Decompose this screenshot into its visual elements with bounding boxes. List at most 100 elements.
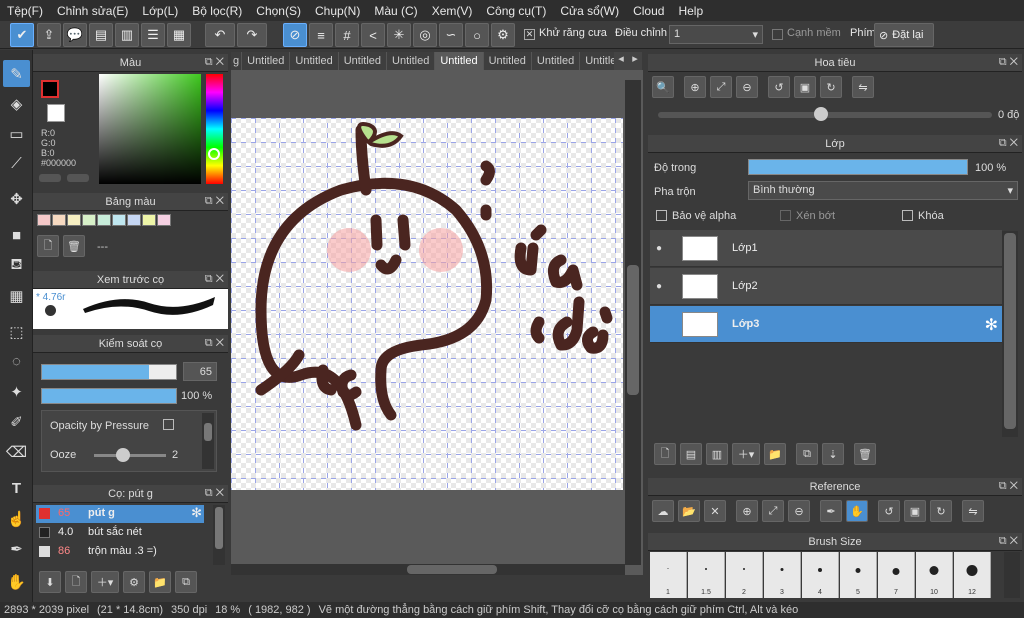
- folder-icon[interactable]: 📁: [149, 571, 171, 593]
- trash-icon[interactable]: 🗑: [63, 235, 85, 257]
- parallel-snap-icon[interactable]: ≡: [309, 23, 333, 47]
- cloud-download-icon[interactable]: ☁: [652, 500, 674, 522]
- tab-right-icon[interactable]: ▸: [628, 52, 642, 70]
- brush-size-scrollbar[interactable]: [1004, 552, 1020, 598]
- magic-wand-icon[interactable]: ✦: [3, 378, 30, 405]
- speech-bubble-icon[interactable]: 💬: [63, 23, 87, 47]
- zoom-out-icon[interactable]: ⊖: [736, 76, 758, 98]
- page-icon[interactable]: ▥: [115, 23, 139, 47]
- background-color[interactable]: [47, 104, 65, 122]
- vanish-snap-icon[interactable]: <: [361, 23, 385, 47]
- palette-swatch[interactable]: [97, 214, 111, 226]
- zoom-out-icon[interactable]: ⊖: [788, 500, 810, 522]
- menu-cloud[interactable]: Cloud: [626, 4, 671, 18]
- select-pen-icon[interactable]: ✐: [3, 408, 30, 435]
- canvas-viewport[interactable]: [231, 70, 643, 575]
- rotate-reset-icon[interactable]: ▣: [794, 76, 816, 98]
- palette-swatch[interactable]: [112, 214, 126, 226]
- eyedropper-icon[interactable]: ✒: [820, 500, 842, 522]
- palette-swatch[interactable]: [37, 214, 51, 226]
- line-tool-icon[interactable]: ⟋: [3, 150, 30, 177]
- eye-icon[interactable]: ●: [656, 243, 662, 254]
- concentric-snap-icon[interactable]: ◎: [413, 23, 437, 47]
- new-page-icon[interactable]: 🗋: [37, 235, 59, 257]
- document-tab[interactable]: Untitled: [387, 52, 436, 70]
- layer-row-selected[interactable]: Lớp3 ✻: [650, 306, 1002, 343]
- text-tool-icon[interactable]: T: [3, 475, 30, 502]
- document-tab[interactable]: Untitled: [290, 52, 339, 70]
- bucket-tool-icon[interactable]: ⛾: [3, 252, 30, 279]
- brush-size-cell[interactable]: 12: [954, 552, 991, 598]
- operation-tool-icon[interactable]: ☝: [3, 505, 30, 532]
- palette-swatch[interactable]: [52, 214, 66, 226]
- eyedropper-icon[interactable]: ✒: [3, 535, 30, 562]
- note-icon[interactable]: ▤: [89, 23, 113, 47]
- select-rect-icon[interactable]: ⬚: [3, 318, 30, 345]
- fit-window-icon[interactable]: ⤢: [710, 76, 732, 98]
- fit-window-icon[interactable]: ⤢: [762, 500, 784, 522]
- brush-size-cell[interactable]: 1: [650, 552, 687, 598]
- layer-opacity-slider[interactable]: [748, 159, 968, 175]
- params-scrollbar[interactable]: [202, 413, 214, 469]
- menu-layer[interactable]: Lớp(L): [135, 4, 185, 18]
- zoom-in-icon[interactable]: ⊕: [684, 76, 706, 98]
- hue-slider[interactable]: [206, 74, 223, 184]
- reset-color-icon[interactable]: [67, 174, 89, 182]
- panel-controls-icon[interactable]: ⧉ ✕: [205, 337, 224, 350]
- panel-controls-icon[interactable]: ⧉ ✕: [205, 487, 224, 500]
- add-layer-menu-icon[interactable]: ＋▾: [732, 443, 760, 465]
- swap-icon[interactable]: [39, 174, 61, 182]
- settings-icon[interactable]: ⚙: [491, 23, 515, 47]
- menu-help[interactable]: Help: [671, 4, 710, 18]
- brush-size-cell[interactable]: 1.5: [688, 552, 725, 598]
- panel-controls-icon[interactable]: ⧉ ✕: [999, 137, 1018, 150]
- saturation-value-picker[interactable]: [99, 74, 201, 184]
- clipping-checkbox[interactable]: [780, 210, 791, 221]
- lock-checkbox[interactable]: [902, 210, 913, 221]
- tab-left-icon[interactable]: ◂: [614, 52, 628, 70]
- brush-size-cell[interactable]: 7: [878, 552, 915, 598]
- menu-capture[interactable]: Chụp(N): [308, 4, 367, 18]
- tab-partial[interactable]: g: [231, 52, 243, 70]
- fill-rect-icon[interactable]: ■: [3, 222, 30, 249]
- rotate-right-icon[interactable]: ↻: [820, 76, 842, 98]
- horizontal-scrollbar[interactable]: [231, 564, 625, 575]
- antialias-checkbox[interactable]: ✕: [524, 29, 535, 40]
- radial-snap-icon[interactable]: ✳: [387, 23, 411, 47]
- undo-icon[interactable]: ↶: [205, 23, 235, 47]
- brush-size-value[interactable]: 65: [183, 362, 217, 381]
- brush-size-cell[interactable]: 2: [726, 552, 763, 598]
- new-8bit-layer-icon[interactable]: ▤: [680, 443, 702, 465]
- correction-select[interactable]: 1 ▾: [669, 25, 763, 44]
- lasso-tool-icon[interactable]: ◌: [3, 348, 30, 375]
- document-tab[interactable]: Untitled: [242, 52, 291, 70]
- menu-view[interactable]: Xem(V): [425, 4, 480, 18]
- curve-snap-icon[interactable]: ∽: [439, 23, 463, 47]
- panel-controls-icon[interactable]: ⧉ ✕: [205, 273, 224, 286]
- flip-icon[interactable]: ⇋: [852, 76, 874, 98]
- smooth-edge-checkbox[interactable]: [772, 29, 783, 40]
- no-snap-icon[interactable]: ⊘: [283, 23, 307, 47]
- brush-item[interactable]: 86 trộn màu .3 =): [36, 543, 204, 561]
- palette-swatch[interactable]: [157, 214, 171, 226]
- gradient-tool-icon[interactable]: ▦: [3, 282, 30, 309]
- document-tab[interactable]: Untitled: [483, 52, 532, 70]
- add-brush-icon[interactable]: ＋▾: [91, 571, 119, 593]
- menu-window[interactable]: Cửa sổ(W): [553, 4, 626, 18]
- brush-size-cell[interactable]: 3: [764, 552, 801, 598]
- rotation-handle[interactable]: [814, 107, 828, 121]
- panel-controls-icon[interactable]: ⧉ ✕: [205, 195, 224, 208]
- rotate-right-icon[interactable]: ↻: [930, 500, 952, 522]
- menu-edit[interactable]: Chỉnh sửa(E): [50, 4, 135, 18]
- foreground-color[interactable]: [41, 80, 59, 98]
- layer-row[interactable]: ● Lớp1: [650, 230, 1002, 267]
- panel-controls-icon[interactable]: ⧉ ✕: [999, 535, 1018, 548]
- gear-icon[interactable]: ✻: [985, 315, 998, 335]
- new-layer-icon[interactable]: 🗋: [654, 443, 676, 465]
- menu-file[interactable]: Tệp(F): [0, 4, 50, 18]
- grid-snap-icon[interactable]: #: [335, 23, 359, 47]
- duplicate-icon[interactable]: ⧉: [175, 571, 197, 593]
- new-1bit-layer-icon[interactable]: ▥: [706, 443, 728, 465]
- duplicate-layer-icon[interactable]: ⧉: [796, 443, 818, 465]
- document-tab[interactable]: Untitled: [531, 52, 581, 70]
